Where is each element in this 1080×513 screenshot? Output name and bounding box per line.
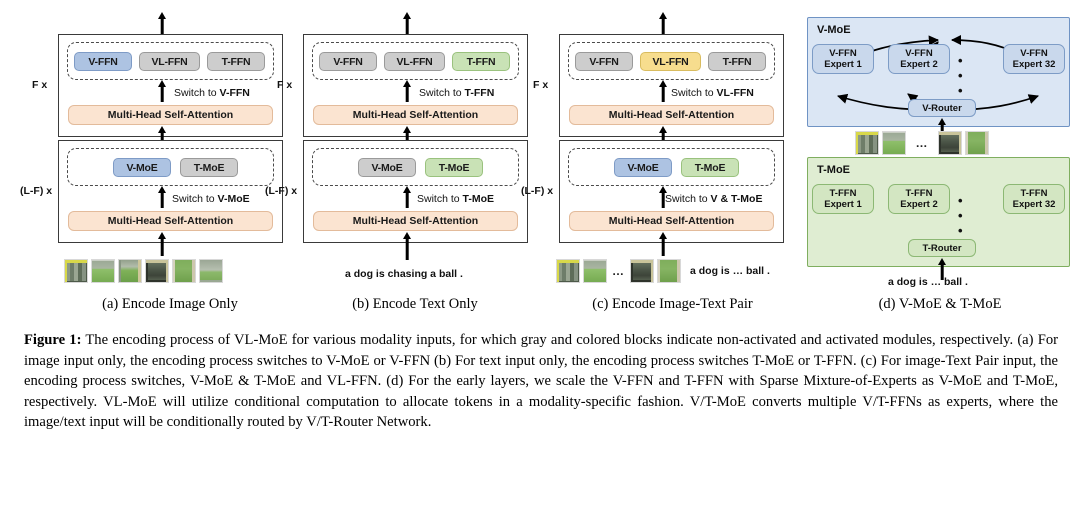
patch-ellipsis: … <box>915 136 929 150</box>
vmoe-expert-32[interactable]: V-FFN Expert 32 <box>1003 44 1065 74</box>
image-patch <box>938 131 962 155</box>
vmoe-input-image-patches: … <box>855 131 989 155</box>
expert-line1: V-FFN <box>1020 47 1048 59</box>
figure-caption: Figure 1: The encoding process of VL-MoE… <box>24 330 1058 433</box>
vmoe-expert-1[interactable]: V-FFN Expert 1 <box>812 44 874 74</box>
figure-root: V-FFN VL-FFN T-FFN Switch to V-FFN Multi… <box>0 0 1080 513</box>
expert-line1: T-FFN <box>905 187 933 199</box>
image-patch <box>965 131 989 155</box>
vmoe-experts-ellipsis: • • • <box>958 53 965 98</box>
tmoe-expert-1[interactable]: T-FFN Expert 1 <box>812 184 874 214</box>
vmoe-router[interactable]: V-Router <box>908 99 976 117</box>
expert-line2: Expert 2 <box>900 199 938 210</box>
image-patch <box>855 131 879 155</box>
expert-line2: Expert 32 <box>1012 199 1056 210</box>
image-patch <box>882 131 906 155</box>
subcaption-text: (d) V-MoE & T-MoE <box>878 296 1002 312</box>
ellipsis-text: • • • <box>958 53 965 98</box>
router-label: V-Router <box>922 102 962 114</box>
tmoe-title: T-MoE <box>817 164 850 176</box>
expert-line2: Expert 1 <box>824 59 862 70</box>
tmoe-input-text: a dog is … ball . <box>888 276 968 288</box>
expert-line2: Expert 1 <box>824 199 862 210</box>
tmoe-experts-ellipsis: • • • <box>958 193 965 238</box>
vmoe-expert-2[interactable]: V-FFN Expert 2 <box>888 44 950 74</box>
expert-line1: T-FFN <box>829 187 857 199</box>
expert-line1: V-FFN <box>905 47 933 59</box>
expert-line1: T-FFN <box>1020 187 1048 199</box>
input-text-value: a dog is … ball . <box>888 276 968 288</box>
ellipsis-text: • • • <box>958 193 965 238</box>
tmoe-expert-32[interactable]: T-FFN Expert 32 <box>1003 184 1065 214</box>
figure-caption-text: The encoding process of VL-MoE for vario… <box>24 332 1058 431</box>
expert-line2: Expert 32 <box>1012 59 1056 70</box>
figure-label: Figure 1: <box>24 332 82 348</box>
expert-line1: V-FFN <box>829 47 857 59</box>
tmoe-title-text: T-MoE <box>817 164 850 176</box>
tmoe-expert-2[interactable]: T-FFN Expert 2 <box>888 184 950 214</box>
tmoe-router[interactable]: T-Router <box>908 239 976 257</box>
panel-d-subcaption: (d) V-MoE & T-MoE <box>815 296 1065 313</box>
expert-line2: Expert 2 <box>900 59 938 70</box>
router-label: T-Router <box>922 242 962 254</box>
